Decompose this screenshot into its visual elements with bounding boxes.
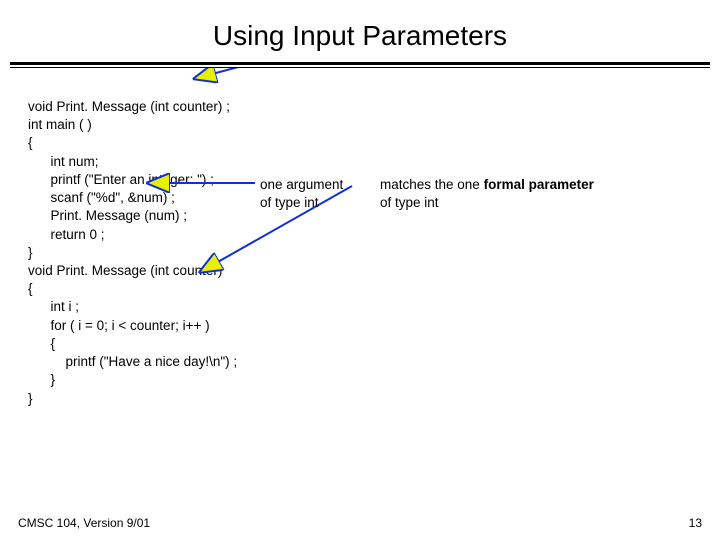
annotation-line: matches the one formal parameter [380, 176, 594, 194]
code-line: for ( i = 0; i < counter; i++ ) [28, 317, 700, 335]
annotation-line: one argument [260, 176, 343, 194]
code-line: int num; [28, 153, 700, 171]
code-line: printf ("Enter an integer: ") ; [28, 171, 700, 189]
code-line: } [28, 371, 700, 389]
code-line: { [28, 335, 700, 353]
annotation-argument: one argument of type int [260, 176, 343, 212]
code-line: return 0 ; [28, 226, 700, 244]
code-line: int main ( ) [28, 116, 700, 134]
code-line: void Print. Message (int counter) [28, 262, 700, 280]
slide: Using Input Parameters void Print. Messa… [0, 0, 720, 540]
code-line: } [28, 390, 700, 408]
annotation-line: of type int [260, 194, 343, 212]
annotation-line: of type int [380, 194, 594, 212]
code-line: int i ; [28, 298, 700, 316]
footer-course: CMSC 104, Version 9/01 [18, 516, 150, 530]
code-line: { [28, 134, 700, 152]
page-title: Using Input Parameters [0, 0, 720, 62]
annotation-bold: formal parameter [484, 177, 594, 192]
code-line: { [28, 280, 700, 298]
annotation-text: matches the one [380, 177, 484, 192]
page-number: 13 [689, 516, 702, 530]
code-line: printf ("Have a nice day!\n") ; [28, 353, 700, 371]
content-area: void Print. Message (int counter) ; int … [0, 68, 720, 408]
code-line: } [28, 244, 700, 262]
code-line: void Print. Message (int counter) ; [28, 98, 700, 116]
code-line: Print. Message (num) ; [28, 207, 700, 225]
code-line: scanf ("%d", &num) ; [28, 189, 700, 207]
annotation-parameter: matches the one formal parameter of type… [380, 176, 594, 212]
